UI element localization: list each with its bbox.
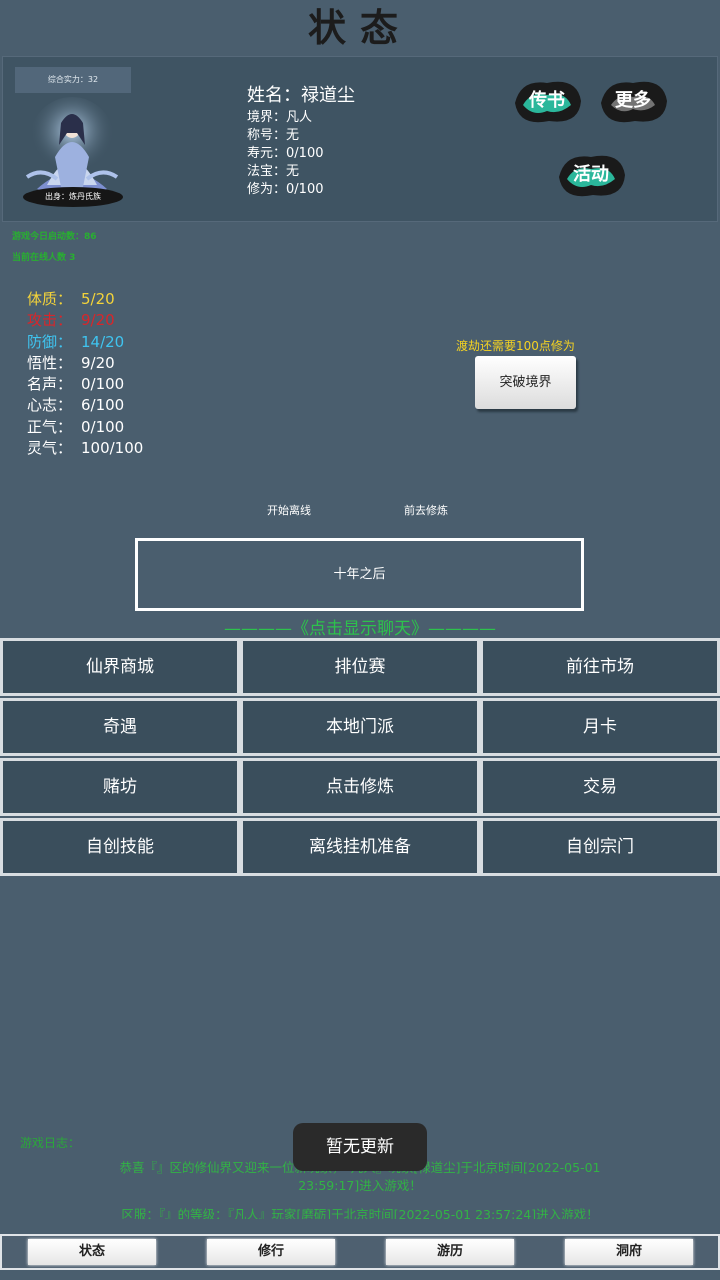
book-button-label: 传书: [529, 90, 565, 111]
info-label: 法宝：: [247, 164, 287, 179]
menu-encounter[interactable]: 奇遇: [0, 698, 240, 756]
info-value: 无: [286, 128, 300, 143]
origin-badge: 出身：炼丹氏族: [23, 187, 123, 207]
tribulation-note: 渡劫还需要100点修为: [456, 339, 575, 353]
tab-practice[interactable]: 修行: [207, 1239, 335, 1265]
info-row-realm: 境界：凡人: [247, 109, 355, 127]
info-value: 0/100: [286, 146, 324, 161]
info-row-title: 称号：无: [247, 127, 355, 145]
stat-value: 9/20: [81, 353, 115, 372]
game-log-title: 游戏日志：: [20, 1136, 81, 1150]
launch-count-notice: 游戏今日启动数：86: [12, 232, 97, 242]
book-button[interactable]: 传书: [507, 71, 587, 131]
stat-value: 6/100: [81, 396, 125, 415]
info-label: 修为：: [247, 182, 287, 197]
breakthrough-button[interactable]: 突破境界: [475, 356, 576, 409]
tab-status[interactable]: 状态: [28, 1239, 156, 1265]
power-label: 综合实力：32: [15, 67, 131, 93]
menu-click-cultivate[interactable]: 点击修炼: [240, 758, 480, 816]
profile-panel: 综合实力：32 出身：炼丹氏族 姓名：禄道尘 境界：凡人 称号：无 寿元：0/1…: [2, 56, 718, 222]
stat-label: 心志：: [27, 396, 73, 415]
log-entry: 区服：『』的等级：『凡人』玩家[磨砺]于北京时间[2022-05-01 23:5…: [121, 1207, 599, 1219]
stat-label: 悟性：: [27, 353, 73, 372]
stat-label: 体质：: [27, 290, 73, 308]
menu-create-sect[interactable]: 自创宗门: [480, 818, 720, 876]
menu-grid: 仙界商城 排位赛 前往市场 奇遇 本地门派 月卡 赌坊 点击修炼 交易 自创技能…: [0, 637, 720, 877]
info-value: 凡人: [286, 110, 313, 125]
stat-righteousness: 正气： 0/100: [27, 417, 143, 438]
toast-message: 暂无更新: [293, 1123, 427, 1171]
stat-label: 灵气：: [27, 439, 73, 458]
info-row-cultivation: 修为：0/100: [247, 181, 355, 199]
menu-trade[interactable]: 交易: [480, 758, 720, 816]
stat-value: 0/100: [81, 417, 125, 436]
stat-value: 0/100: [81, 375, 125, 394]
info-label: 境界：: [247, 110, 287, 125]
stat-label: 正气：: [27, 417, 73, 436]
menu-create-skill[interactable]: 自创技能: [0, 818, 240, 876]
info-value: 0/100: [286, 182, 324, 197]
stat-spirit-energy: 灵气： 100/100: [27, 438, 143, 459]
menu-row: 仙界商城 排位赛 前往市场: [0, 637, 720, 697]
menu-row: 奇遇 本地门派 月卡: [0, 697, 720, 757]
stat-comprehension: 悟性： 9/20: [27, 353, 143, 374]
tab-cave[interactable]: 洞府: [565, 1239, 693, 1265]
menu-ranked-match[interactable]: 排位赛: [240, 638, 480, 696]
stat-label: 名声：: [27, 375, 73, 394]
show-chat-toggle[interactable]: ————《点击显示聊天》————: [0, 614, 720, 639]
stat-value: 100/100: [81, 439, 144, 458]
character-name-row: 姓名：禄道尘: [247, 83, 355, 109]
menu-local-sect[interactable]: 本地门派: [240, 698, 480, 756]
character-name: 禄道尘: [301, 85, 355, 106]
ten-years-later-button[interactable]: 十年之后: [135, 538, 584, 611]
info-row-lifespan: 寿元：0/100: [247, 145, 355, 163]
start-offline-button[interactable]: 开始离线: [267, 502, 311, 518]
stat-value: 14/20: [81, 332, 125, 351]
menu-row: 自创技能 离线挂机准备 自创宗门: [0, 817, 720, 877]
more-button[interactable]: 更多: [593, 71, 673, 131]
info-value: 无: [286, 164, 300, 179]
info-row-treasure: 法宝：无: [247, 163, 355, 181]
event-button-label: 活动: [573, 164, 609, 185]
info-label: 寿元：: [247, 146, 287, 161]
event-button[interactable]: 活动: [551, 145, 631, 205]
bottom-nav: 状态 修行 游历 洞府: [0, 1234, 720, 1270]
stat-label: 防御：: [27, 332, 73, 351]
menu-offline-prep[interactable]: 离线挂机准备: [240, 818, 480, 876]
stat-defense: 防御： 14/20: [27, 332, 143, 353]
stat-attack: 攻击： 9/20: [27, 310, 143, 331]
stat-constitution: 体质： 5/20: [27, 289, 143, 310]
page-title: 状态: [307, 5, 412, 50]
info-label: 称号：: [247, 128, 287, 143]
character-info: 姓名：禄道尘 境界：凡人 称号：无 寿元：0/100 法宝：无 修为：0/100: [247, 83, 355, 199]
stats-panel: 体质： 5/20 攻击： 9/20 防御： 14/20 悟性： 9/20 名声： 0/10…: [27, 289, 143, 459]
stat-willpower: 心志： 6/100: [27, 395, 143, 416]
tab-travel[interactable]: 游历: [386, 1239, 514, 1265]
more-button-label: 更多: [615, 90, 651, 111]
online-count-notice: 当前在线人数 3: [12, 253, 76, 263]
menu-monthly-card[interactable]: 月卡: [480, 698, 720, 756]
stat-value: 9/20: [81, 311, 115, 330]
log-entry: 23:59:17]进入游戏！: [298, 1178, 422, 1193]
menu-immortal-shop[interactable]: 仙界商城: [0, 638, 240, 696]
stat-reputation: 名声： 0/100: [27, 374, 143, 395]
name-label: 姓名：: [247, 85, 301, 106]
stat-label: 攻击：: [27, 311, 73, 330]
menu-row: 赌坊 点击修炼 交易: [0, 757, 720, 817]
menu-casino[interactable]: 赌坊: [0, 758, 240, 816]
menu-market[interactable]: 前往市场: [480, 638, 720, 696]
go-cultivate-button[interactable]: 前去修炼: [404, 502, 448, 518]
stat-value: 5/20: [81, 290, 115, 308]
